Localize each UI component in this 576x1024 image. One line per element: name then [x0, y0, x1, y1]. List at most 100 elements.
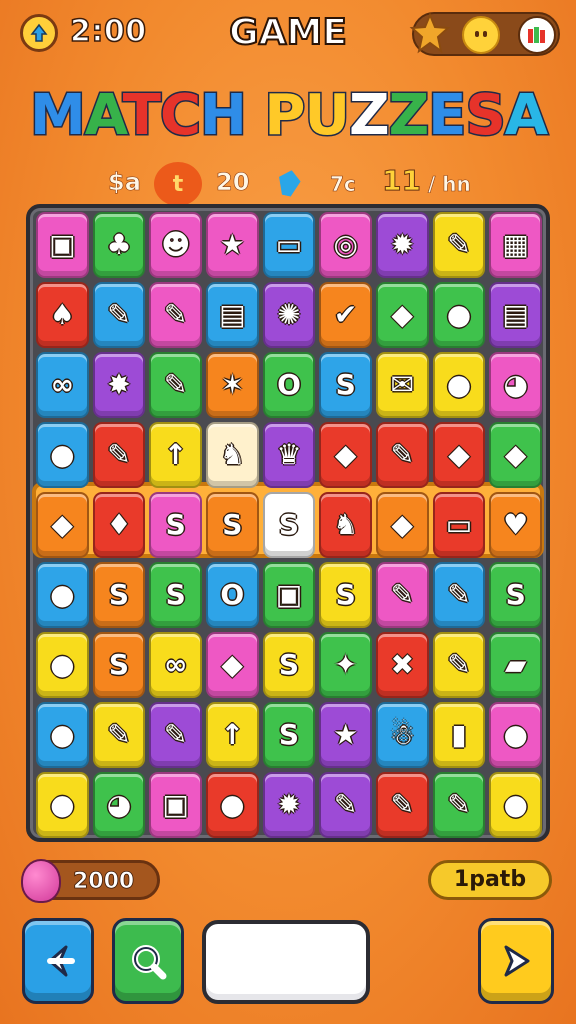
- game-tile[interactable]: ▣: [149, 772, 202, 838]
- back-button[interactable]: [22, 918, 94, 1004]
- game-tile[interactable]: ✎: [92, 422, 146, 488]
- game-tile[interactable]: ✹: [262, 772, 316, 838]
- next-button[interactable]: [478, 918, 554, 1004]
- game-tile[interactable]: S: [92, 562, 146, 628]
- tile-icon: ▣: [49, 228, 76, 261]
- game-tile[interactable]: ◆: [432, 422, 486, 488]
- game-tile[interactable]: ☃: [376, 702, 429, 768]
- game-tile[interactable]: S: [489, 562, 542, 628]
- game-tile[interactable]: ♞: [206, 422, 259, 488]
- game-tile[interactable]: ◆: [36, 492, 89, 558]
- game-tile[interactable]: O: [206, 562, 259, 628]
- game-tile[interactable]: ◎: [319, 212, 372, 278]
- game-tile[interactable]: ↑: [206, 702, 259, 768]
- game-tile[interactable]: ◕: [92, 772, 146, 838]
- game-tile[interactable]: ♥: [489, 492, 542, 558]
- gift-icon[interactable]: [518, 16, 556, 54]
- game-tile[interactable]: ◆: [319, 422, 372, 488]
- game-tile[interactable]: ✎: [149, 282, 202, 348]
- game-tile[interactable]: ▰: [489, 632, 542, 698]
- game-tile[interactable]: ✎: [432, 632, 486, 698]
- game-tile[interactable]: ▦: [489, 212, 542, 278]
- puzzle-star-icon[interactable]: [408, 12, 452, 56]
- game-tile[interactable]: ♣: [92, 212, 146, 278]
- game-tile[interactable]: ◆: [376, 282, 429, 348]
- game-tile[interactable]: ♠: [36, 282, 89, 348]
- tile-icon: ▤: [502, 298, 529, 331]
- game-tile[interactable]: ∞: [36, 352, 89, 418]
- face-icon[interactable]: [462, 16, 500, 54]
- game-tile[interactable]: ✎: [376, 562, 429, 628]
- game-tile[interactable]: ✔: [319, 282, 372, 348]
- game-tile[interactable]: ◆: [489, 422, 542, 488]
- game-tile[interactable]: ●: [489, 772, 542, 838]
- game-tile[interactable]: ●: [36, 702, 89, 768]
- game-tile[interactable]: ✺: [262, 282, 316, 348]
- game-tile[interactable]: ✎: [319, 772, 372, 838]
- game-tile[interactable]: ✎: [149, 352, 202, 418]
- game-tile[interactable]: ✎: [432, 212, 486, 278]
- tile-icon: ◆: [391, 508, 414, 541]
- game-tile[interactable]: ▣: [36, 212, 89, 278]
- game-tile[interactable]: ✎: [432, 772, 486, 838]
- game-tile[interactable]: ♞: [319, 492, 372, 558]
- game-tile[interactable]: ●: [206, 772, 259, 838]
- tile-icon: ★: [333, 718, 359, 751]
- game-tile[interactable]: ✸: [92, 352, 146, 418]
- game-tile[interactable]: ✎: [92, 282, 146, 348]
- game-tile[interactable]: ✎: [376, 422, 429, 488]
- game-tile[interactable]: ✎: [432, 562, 486, 628]
- tile-icon: ✦: [333, 648, 358, 681]
- game-tile[interactable]: ●: [36, 772, 89, 838]
- game-tile[interactable]: S: [262, 492, 316, 558]
- game-tile[interactable]: ★: [319, 702, 372, 768]
- game-tile[interactable]: ✎: [92, 702, 146, 768]
- game-tile[interactable]: S: [319, 352, 372, 418]
- game-tile[interactable]: ▤: [489, 282, 542, 348]
- game-tile[interactable]: S: [319, 562, 372, 628]
- game-tile[interactable]: S: [262, 702, 316, 768]
- search-button[interactable]: [112, 918, 184, 1004]
- tile-grid: ▣ ♣ ☻ ★ ▭ ◎ ✹ ✎ ▦ ♠ ✎ ✎ ▤ ✺ ✔ ◆ ● ▤ ∞ ✸ ✎ ✶ O S ✉ ● ◕ ● ✎ ↑ ♞ ♛ ◆ ✎ ◆ ◆ ◆ ♦ S S…: [36, 212, 542, 838]
- game-tile[interactable]: ∞: [149, 632, 202, 698]
- logo-letter: A: [503, 82, 549, 150]
- game-tile[interactable]: ◕: [489, 352, 542, 418]
- game-tile[interactable]: ♛: [262, 422, 316, 488]
- logo-letter: M: [29, 82, 88, 150]
- game-tile[interactable]: ✦: [319, 632, 372, 698]
- game-tile[interactable]: ▣: [262, 562, 316, 628]
- game-tile[interactable]: S: [149, 562, 202, 628]
- game-tile[interactable]: ★: [206, 212, 259, 278]
- game-tile[interactable]: S: [206, 492, 259, 558]
- tile-icon: ◆: [504, 438, 527, 471]
- game-tile[interactable]: ●: [432, 282, 486, 348]
- game-tile[interactable]: ✶: [206, 352, 259, 418]
- game-tile[interactable]: ✹: [376, 212, 429, 278]
- gem-icon: [276, 168, 303, 198]
- game-tile[interactable]: ✎: [149, 702, 202, 768]
- game-tile[interactable]: S: [149, 492, 202, 558]
- game-tile[interactable]: ◆: [206, 632, 259, 698]
- tile-icon: ●: [50, 718, 75, 751]
- game-tile[interactable]: ✖: [376, 632, 429, 698]
- game-tile[interactable]: ▭: [262, 212, 316, 278]
- game-tile[interactable]: ✎: [376, 772, 429, 838]
- game-tile[interactable]: ●: [36, 632, 89, 698]
- center-panel[interactable]: [202, 920, 370, 1004]
- game-tile[interactable]: ✉: [376, 352, 429, 418]
- game-tile[interactable]: ▮: [432, 702, 486, 768]
- game-tile[interactable]: ●: [489, 702, 542, 768]
- game-tile[interactable]: ▤: [206, 282, 259, 348]
- game-tile[interactable]: ▭: [432, 492, 486, 558]
- game-tile[interactable]: ♦: [92, 492, 146, 558]
- game-tile[interactable]: ☻: [149, 212, 202, 278]
- right-pill-label[interactable]: 1patb: [428, 860, 552, 900]
- game-tile[interactable]: S: [262, 632, 316, 698]
- game-tile[interactable]: ●: [36, 422, 89, 488]
- game-tile[interactable]: S: [92, 632, 146, 698]
- game-tile[interactable]: O: [262, 352, 316, 418]
- game-tile[interactable]: ●: [36, 562, 89, 628]
- game-tile[interactable]: ◆: [376, 492, 429, 558]
- game-tile[interactable]: ↑: [149, 422, 202, 488]
- game-tile[interactable]: ●: [432, 352, 486, 418]
